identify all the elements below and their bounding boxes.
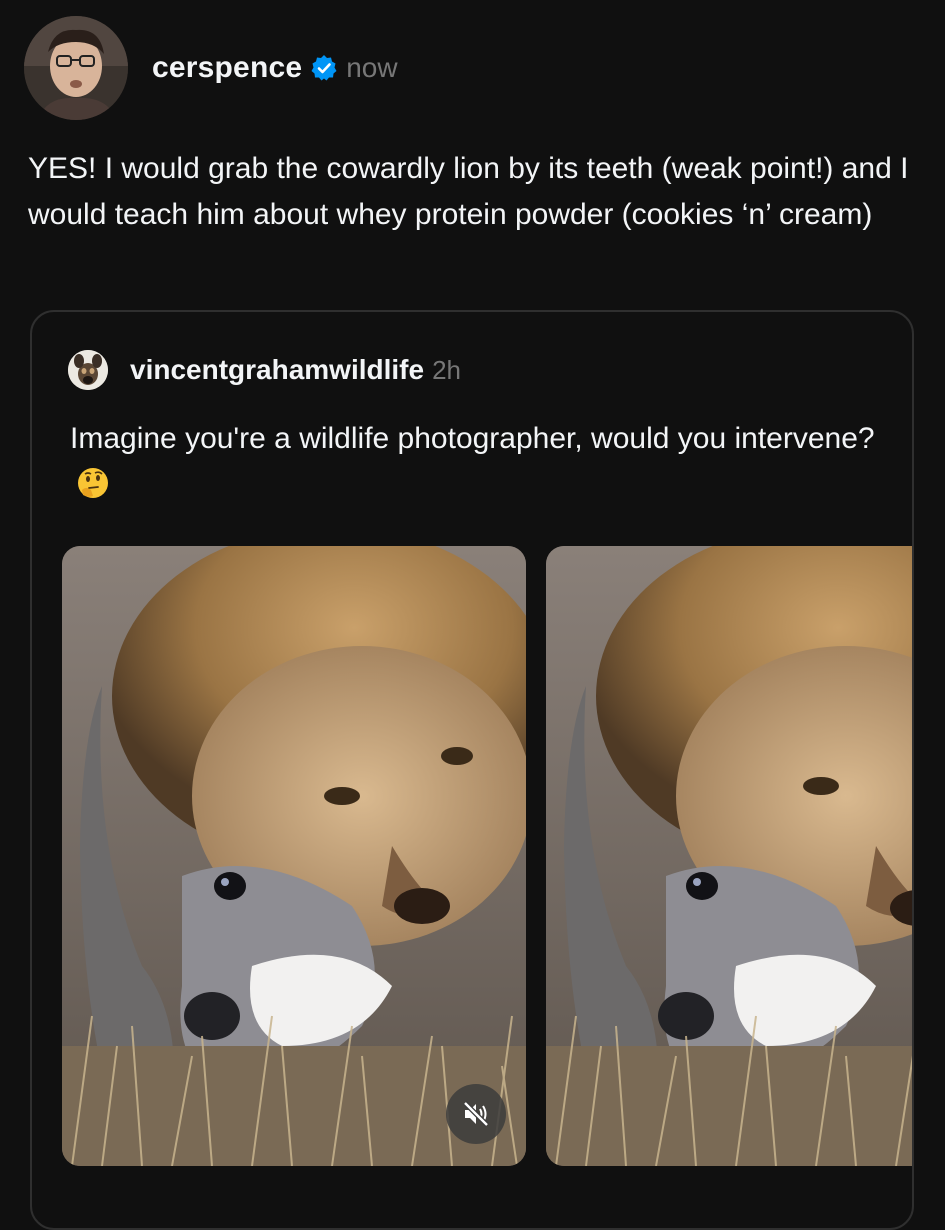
media-image[interactable] (546, 546, 912, 1166)
speaker-muted-icon (463, 1101, 489, 1127)
quoted-author-avatar[interactable] (68, 350, 108, 390)
post-body-text: YES! I would grab the cowardly lion by i… (28, 152, 909, 231)
quoted-post-text-body: Imagine you're a wildlife photographer, … (70, 422, 875, 455)
mute-toggle-button[interactable] (446, 1084, 506, 1144)
lion-with-kudu-photo-icon (546, 546, 912, 1166)
verified-badge-icon (310, 54, 338, 82)
thinking-face-emoji-icon (76, 466, 110, 500)
quoted-post-text: Imagine you're a wildlife photographer, … (70, 416, 890, 508)
quoted-post-timestamp: 2h (432, 354, 461, 385)
wild-dog-icon (68, 350, 108, 390)
quoted-author-username[interactable]: vincentgrahamwildlife (130, 354, 424, 386)
media-video[interactable] (62, 546, 526, 1166)
post-header: cerspence now (152, 48, 398, 88)
author-username[interactable]: cerspence (152, 51, 302, 85)
lion-with-kudu-photo-icon (62, 546, 526, 1166)
author-avatar[interactable] (24, 16, 128, 120)
quoted-post-card[interactable]: vincentgrahamwildlife 2h Imagine you're … (30, 310, 914, 1230)
post-timestamp: now (346, 52, 398, 83)
quoted-post-header: vincentgrahamwildlife 2h (130, 352, 461, 388)
profile-photo-icon (24, 16, 128, 120)
